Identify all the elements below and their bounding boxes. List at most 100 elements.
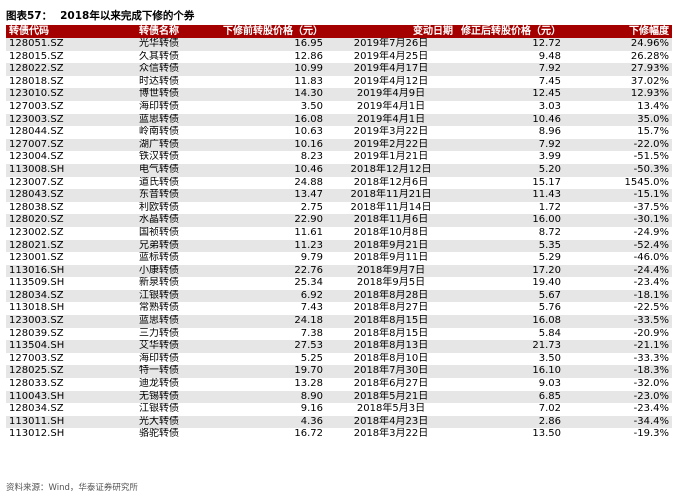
cell-price-before: 24.88	[214, 176, 326, 190]
cell-bond-code: 113012.SH	[6, 428, 104, 441]
table-row: 127003.SZ 海印转债 3.50 2019年4月1日 3.03 13.4%	[6, 100, 672, 114]
cell-price-after: 5.20	[456, 163, 564, 177]
cell-bond-name: 迪龙转债	[104, 378, 214, 391]
cell-price-after: 8.96	[456, 126, 564, 139]
cell-change-date: 2018年4月23日	[326, 415, 456, 429]
cell-price-after: 1.72	[456, 201, 564, 215]
cell-price-before: 8.90	[214, 390, 326, 404]
cell-bond-code: 113008.SH	[6, 163, 104, 177]
cell-bond-code: 128015.SZ	[6, 50, 104, 64]
table-row: 128021.SZ 兄弟转债 11.23 2018年9月21日 5.35 -52.4%	[6, 239, 672, 253]
cell-revision-pct: -24.9%	[564, 226, 672, 240]
table-row: 113504.SH 艾华转债 27.53 2018年8月13日 21.73 -21.1%	[6, 340, 672, 353]
cell-change-date: 2019年2月22日	[326, 138, 456, 152]
cell-price-before: 16.72	[214, 428, 326, 441]
cell-price-before: 6.92	[214, 289, 326, 303]
cell-bond-name: 三力转债	[104, 327, 214, 341]
cell-price-after: 2.86	[456, 415, 564, 429]
header-price-before: 下修前转股价格（元）	[214, 25, 326, 38]
cell-change-date: 2018年8月28日	[326, 289, 456, 303]
cell-price-before: 11.83	[214, 75, 326, 89]
cell-bond-code: 128038.SZ	[6, 201, 104, 215]
cell-change-date: 2018年8月10日	[326, 352, 456, 366]
cell-bond-name: 光大转债	[104, 415, 214, 429]
cell-change-date: 2019年7月26日	[326, 38, 456, 51]
cell-revision-pct: 15.7%	[564, 126, 672, 139]
table-row: 128033.SZ 迪龙转债 13.28 2018年6月27日 9.03 -32.0%	[6, 378, 672, 391]
cell-change-date: 2018年8月15日	[326, 315, 456, 328]
cell-price-before: 22.90	[214, 214, 326, 227]
table-row: 128034.SZ 江银转债 6.92 2018年8月28日 5.67 -18.1%	[6, 289, 672, 303]
cell-bond-name: 利欧转债	[104, 201, 214, 215]
cell-bond-name: 海印转债	[104, 352, 214, 366]
cell-change-date: 2019年4月17日	[326, 63, 456, 76]
figure-label: 图表57：	[6, 10, 53, 22]
cell-revision-pct: -33.5%	[564, 315, 672, 328]
cell-price-after: 3.99	[456, 151, 564, 164]
cell-revision-pct: 13.4%	[564, 100, 672, 114]
cell-price-before: 10.46	[214, 163, 326, 177]
cell-bond-code: 113011.SH	[6, 415, 104, 429]
source-note: 资料来源：Wind，华泰证券研究所	[6, 483, 138, 493]
table-row: 113012.SH 骆驼转债 16.72 2018年3月22日 13.50 -19.3%	[6, 428, 672, 441]
cell-price-after: 10.46	[456, 113, 564, 127]
table-row: 123002.SZ 国祯转债 11.61 2018年10月8日 8.72 -24.9%	[6, 226, 672, 240]
cell-price-after: 8.72	[456, 226, 564, 240]
cell-bond-code: 128043.SZ	[6, 189, 104, 202]
cell-price-after: 5.35	[456, 239, 564, 253]
cell-change-date: 2018年7月30日	[326, 365, 456, 379]
cell-bond-code: 127003.SZ	[6, 352, 104, 366]
table-row: 128020.SZ 水晶转债 22.90 2018年11月6日 16.00 -30.1%	[6, 214, 672, 227]
table-row: 128044.SZ 岭南转债 10.63 2019年3月22日 8.96 15.7%	[6, 126, 672, 139]
cell-bond-code: 113504.SH	[6, 340, 104, 353]
cell-price-before: 10.99	[214, 63, 326, 76]
cell-price-after: 17.20	[456, 264, 564, 278]
cell-price-after: 19.40	[456, 277, 564, 290]
cell-bond-code: 123003.SZ	[6, 113, 104, 127]
cell-price-before: 4.36	[214, 415, 326, 429]
cell-bond-code: 123004.SZ	[6, 151, 104, 164]
top-section-heading-strip	[0, 0, 677, 6]
cell-price-after: 6.85	[456, 390, 564, 404]
cell-change-date: 2019年4月1日	[326, 113, 456, 127]
cell-revision-pct: -21.1%	[564, 340, 672, 353]
cell-bond-name: 江银转债	[104, 289, 214, 303]
cell-price-after: 13.50	[456, 428, 564, 441]
figure-title-text: 2018年以来完成下修的个券	[60, 10, 195, 22]
cell-revision-pct: -23.4%	[564, 403, 672, 416]
cell-price-after: 5.76	[456, 302, 564, 316]
downward-revision-table: 转债代码 转债名称 下修前转股价格（元） 变动日期 修正后转股价格（元） 下修幅…	[6, 25, 672, 441]
cell-change-date: 2018年12月6日	[326, 176, 456, 190]
cell-change-date: 2019年4月9日	[326, 88, 456, 101]
cell-price-before: 24.18	[214, 315, 326, 328]
cell-bond-name: 特一转债	[104, 365, 214, 379]
cell-revision-pct: -23.4%	[564, 277, 672, 290]
table-row: 127007.SZ 湖广转债 10.16 2019年2月22日 7.92 -22.0%	[6, 138, 672, 152]
table-row: 128034.SZ 江银转债 9.16 2018年5月3日 7.02 -23.4%	[6, 403, 672, 416]
table-row: 128025.SZ 特一转债 19.70 2018年7月30日 16.10 -18.3%	[6, 365, 672, 379]
cell-bond-code: 128018.SZ	[6, 75, 104, 89]
cell-bond-name: 骆驼转债	[104, 428, 214, 441]
cell-change-date: 2018年6月27日	[326, 378, 456, 391]
cell-bond-code: 128039.SZ	[6, 327, 104, 341]
cell-revision-pct: -19.3%	[564, 428, 672, 441]
cell-bond-code: 127007.SZ	[6, 138, 104, 152]
cell-revision-pct: 35.0%	[564, 113, 672, 127]
cell-revision-pct: -51.5%	[564, 151, 672, 164]
cell-revision-pct: -18.1%	[564, 289, 672, 303]
table-row: 113008.SH 电气转债 10.46 2018年12月12日 5.20 -50.3%	[6, 163, 672, 177]
cell-revision-pct: -23.0%	[564, 390, 672, 404]
cell-change-date: 2018年11月21日	[326, 189, 456, 202]
cell-price-before: 10.63	[214, 126, 326, 139]
cell-revision-pct: 12.93%	[564, 88, 672, 101]
cell-bond-name: 水晶转债	[104, 214, 214, 227]
cell-bond-code: 128022.SZ	[6, 63, 104, 76]
cell-revision-pct: -22.5%	[564, 302, 672, 316]
cell-revision-pct: -20.9%	[564, 327, 672, 341]
cell-price-after: 7.45	[456, 75, 564, 89]
cell-price-before: 16.08	[214, 113, 326, 127]
table-row: 128038.SZ 利欧转债 2.75 2018年11月14日 1.72 -37.5%	[6, 201, 672, 215]
cell-change-date: 2018年3月22日	[326, 428, 456, 441]
cell-change-date: 2019年4月12日	[326, 75, 456, 89]
cell-bond-name: 光华转债	[104, 38, 214, 51]
